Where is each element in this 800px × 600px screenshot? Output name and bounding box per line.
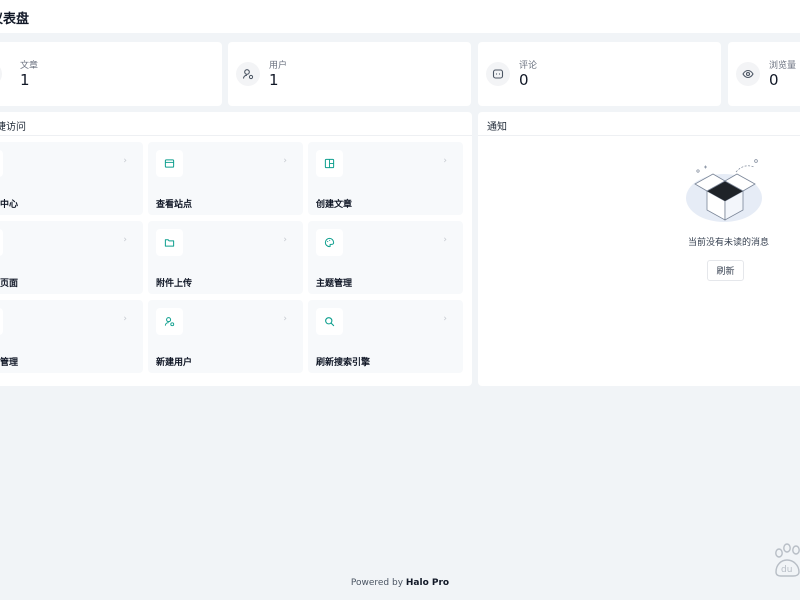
footer-prefix: Powered by xyxy=(350,578,406,588)
browser-window-icon xyxy=(156,150,183,177)
notifications-panel: 通知 xyxy=(478,112,800,386)
layout-icon xyxy=(316,150,343,177)
stat-label-posts: 文章 xyxy=(20,61,39,71)
quick-access-title: 快捷访问 xyxy=(0,122,26,133)
quick-access-label: 创建页面 xyxy=(0,279,19,289)
top-header: 仪表盘 xyxy=(0,0,800,33)
refresh-button[interactable]: 刷新 xyxy=(707,260,744,281)
stat-card-comments[interactable] xyxy=(478,42,721,106)
stat-value-comments: 0 xyxy=(519,71,529,89)
page-title: 仪表盘 xyxy=(0,12,30,27)
eye-icon xyxy=(736,62,760,86)
quick-access-label: 插件管理 xyxy=(0,358,19,368)
chevron-right-icon: › xyxy=(283,314,287,324)
quick-access-label: 主题管理 xyxy=(316,279,353,289)
palette-icon xyxy=(316,229,343,256)
stat-card-views[interactable] xyxy=(728,42,800,106)
quick-access-label: 创建文章 xyxy=(316,200,353,210)
notifications-header: 通知 xyxy=(478,112,800,136)
empty-box-illustration xyxy=(686,159,762,222)
chevron-right-icon: › xyxy=(123,156,127,166)
chevron-right-icon: › xyxy=(443,314,447,324)
plugin-icon xyxy=(0,308,3,335)
chevron-right-icon: › xyxy=(443,156,447,166)
quick-access-refresh-search[interactable]: › 刷新搜索引擎 xyxy=(308,300,463,373)
quick-access-new-user[interactable]: › 新建用户 xyxy=(148,300,303,373)
paw-logo-icon: du xyxy=(775,543,800,577)
quick-access-create-post[interactable]: › 创建文章 xyxy=(308,142,463,215)
footer-brand: Halo Pro xyxy=(405,578,450,588)
folder-icon xyxy=(156,229,183,256)
quick-access-create-page[interactable]: › 创建页面 xyxy=(0,221,143,294)
user-icon xyxy=(236,62,260,86)
user-add-icon xyxy=(156,308,183,335)
quick-access-header: 快捷访问 xyxy=(0,112,472,136)
search-icon xyxy=(316,308,343,335)
notifications-title: 通知 xyxy=(487,122,507,133)
stat-label-views: 浏览量 xyxy=(769,61,797,71)
chevron-right-icon: › xyxy=(123,235,127,245)
quick-access-plugins[interactable]: › 插件管理 xyxy=(0,300,143,373)
quick-access-label: 查看站点 xyxy=(156,200,193,210)
svg-text:du: du xyxy=(781,565,792,575)
stat-label-comments: 评论 xyxy=(519,61,538,71)
quick-access-upload-attachment[interactable]: › 附件上传 xyxy=(148,221,303,294)
quick-access-label: 新建用户 xyxy=(156,358,193,368)
chevron-right-icon: › xyxy=(283,156,287,166)
footer: Powered by Halo Pro xyxy=(0,578,800,588)
stat-value-views: 0 xyxy=(769,71,779,89)
stat-value-posts: 1 xyxy=(20,71,30,89)
user-circle-icon xyxy=(0,150,3,177)
quick-access-themes[interactable]: › 主题管理 xyxy=(308,221,463,294)
stat-card-users[interactable] xyxy=(228,42,471,106)
empty-message: 当前没有未读的消息 xyxy=(688,238,770,248)
stat-card-posts[interactable] xyxy=(0,42,222,106)
chevron-right-icon: › xyxy=(443,235,447,245)
quick-access-label: 个人中心 xyxy=(0,200,19,210)
stat-label-users: 用户 xyxy=(269,61,288,71)
quick-access-label: 附件上传 xyxy=(156,279,193,289)
page-icon xyxy=(0,229,3,256)
stat-value-users: 1 xyxy=(269,71,279,89)
document-icon xyxy=(0,62,2,86)
quick-access-profile[interactable]: › 个人中心 xyxy=(0,142,143,215)
quick-access-label: 刷新搜索引擎 xyxy=(316,358,371,368)
chevron-right-icon: › xyxy=(123,314,127,324)
chevron-right-icon: › xyxy=(283,235,287,245)
comment-icon xyxy=(486,62,510,86)
quick-access-view-site[interactable]: › 查看站点 xyxy=(148,142,303,215)
